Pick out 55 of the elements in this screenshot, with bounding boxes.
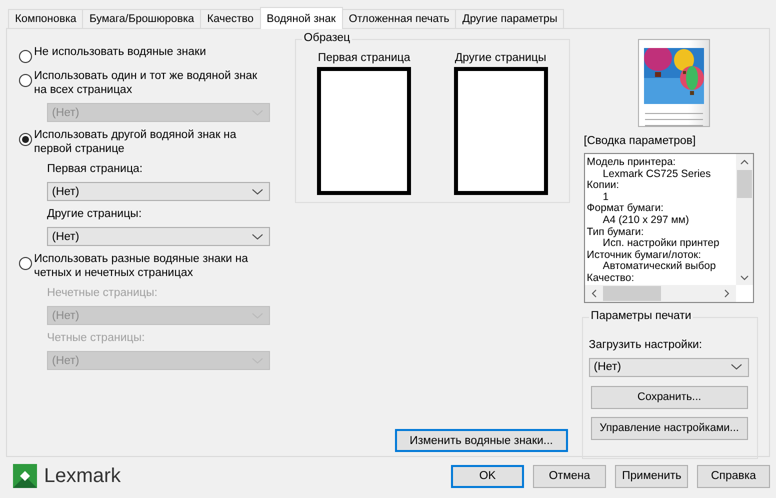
summary-value: Автоматический выбор [602, 261, 717, 273]
field-label: Первая страница: [47, 162, 144, 177]
group-title: Параметры печати [588, 310, 694, 322]
summary-value: Исп. настройки принтер [602, 238, 720, 250]
logo-icon [13, 464, 37, 488]
summary-label: Источник бумаги/лоток: [586, 250, 702, 261]
option-label[interactable]: Использовать один и тот же водяной знак на всех страницах [34, 69, 272, 97]
logo-text: Lexmark [44, 464, 121, 488]
settings-button[interactable]: Сохранить... [590, 386, 748, 409]
summary-value: A4 (210 x 297 мм) [602, 214, 690, 227]
field-label: Другие страницы: [47, 207, 143, 222]
dialog-button[interactable]: OK [451, 464, 524, 488]
page-caption: Первая страница [318, 52, 410, 64]
chevron-down-icon [252, 188, 263, 194]
summary-label: Формат бумаги: [586, 203, 665, 215]
scroll-down-icon[interactable] [740, 274, 749, 281]
tab[interactable]: Другие параметры [455, 9, 564, 28]
scroll-thumb[interactable] [736, 170, 752, 198]
summary-label: Модель принтера: [586, 157, 677, 169]
summary-label: Копии: [586, 180, 620, 192]
horizontal-scrollbar[interactable] [584, 284, 736, 302]
vertical-scrollbar[interactable] [736, 154, 753, 285]
tab[interactable]: Водяной знак [260, 7, 343, 29]
dropdown[interactable]: (Нет) [47, 227, 270, 246]
radio-button[interactable] [19, 50, 32, 63]
radio-button[interactable] [19, 257, 32, 270]
option-label[interactable]: Не использовать водяные знаки [34, 45, 206, 59]
scroll-right-icon[interactable] [724, 288, 730, 298]
summary-title: [Сводка параметров] [584, 134, 697, 148]
summary-value: 1 [602, 192, 610, 204]
dialog-button[interactable]: Применить [615, 464, 688, 488]
dialog-button[interactable]: Справка [697, 464, 770, 488]
chevron-down-icon [730, 364, 742, 370]
summary-value: Lexmark CS725 Series [602, 168, 712, 180]
dialog-button[interactable]: Отмена [533, 464, 606, 488]
summary-label: Тип бумаги: [586, 226, 645, 238]
dropdown[interactable]: (Нет) [47, 182, 270, 201]
tab[interactable]: Компоновка [8, 9, 84, 28]
scroll-up-icon[interactable] [740, 159, 749, 165]
field-label: Загрузить настройки: [588, 338, 702, 353]
page-caption: Другие страницы [454, 52, 546, 64]
edit-watermarks-button[interactable]: Изменить водяные знаки... [394, 429, 568, 452]
option-label[interactable]: Использовать другой водяной знак на первой странице [34, 128, 272, 156]
option-label[interactable]: Использовать разные водяные знаки на четных и нечетных страницах [34, 252, 272, 280]
scroll-left-icon[interactable] [590, 288, 597, 298]
field-label: Четные страницы: [47, 331, 146, 346]
summary-label: Качество: [586, 272, 636, 285]
radio-button[interactable] [19, 133, 32, 146]
group-title: Образец [302, 32, 352, 44]
settings-button[interactable]: Управление настройками... [590, 416, 748, 440]
field-label: Нечетные страницы: [47, 286, 158, 301]
chevron-down-icon [252, 234, 263, 240]
dropdown[interactable]: (Нет) [588, 358, 749, 377]
radio-button[interactable] [19, 74, 32, 87]
scroll-thumb[interactable] [602, 286, 661, 301]
